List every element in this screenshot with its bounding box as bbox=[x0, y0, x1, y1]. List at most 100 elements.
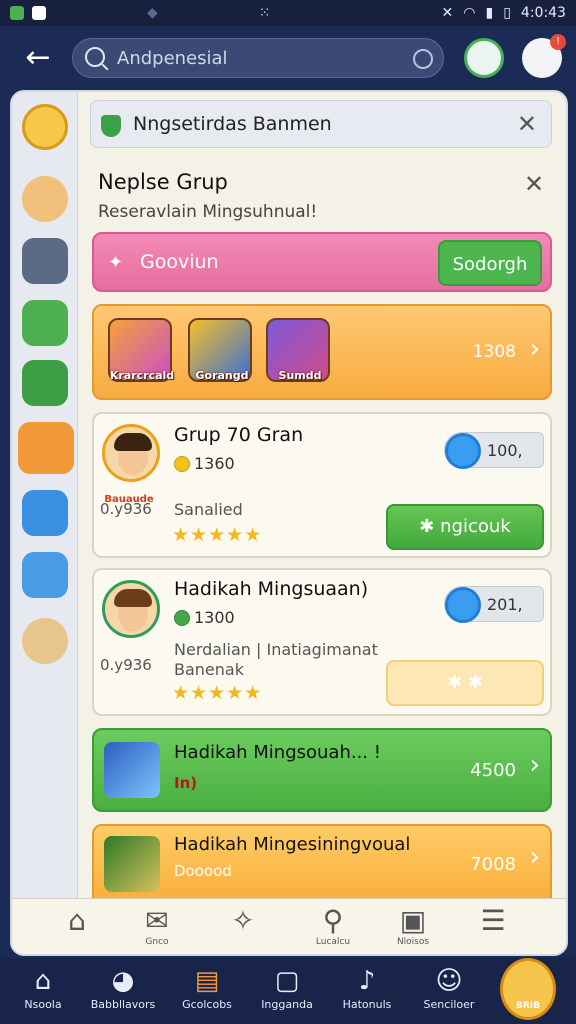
game-tile-2[interactable]: Gorangd bbox=[188, 318, 252, 382]
card-title: Hadikah Mingsuaan) bbox=[174, 578, 369, 600]
tab-list[interactable]: ☰ bbox=[468, 904, 518, 954]
house-icon: ⌂ bbox=[34, 966, 52, 996]
nav-item-chest[interactable]: ▤ Gcolcobs bbox=[172, 964, 242, 1022]
tab-image[interactable]: ▣ Nloisos bbox=[388, 905, 438, 954]
nav-avatar[interactable]: BRIB bbox=[500, 958, 556, 1020]
nav-label: Ingganda bbox=[261, 998, 313, 1011]
search-text: Andpenesial bbox=[117, 48, 228, 69]
notification-bar: Nngsetirdas Banmen ✕ bbox=[90, 100, 552, 148]
pending-button[interactable]: ✱ ✱ bbox=[386, 660, 544, 706]
nav-item-profile[interactable]: ☺ Senciloer bbox=[414, 964, 484, 1022]
sidebar-player-icon[interactable] bbox=[22, 618, 68, 664]
promo-title: Hadikah Mingsouah... ! bbox=[174, 742, 381, 763]
chat-icon: ✉ bbox=[145, 904, 169, 937]
nav-item-bell[interactable]: ♪ Hatonuls bbox=[332, 964, 402, 1022]
wifi-icon: ◠ bbox=[463, 5, 476, 21]
member-icon bbox=[445, 587, 481, 623]
nav-label: Gcolcobs bbox=[182, 998, 232, 1011]
member-count: 100, bbox=[487, 441, 523, 460]
tab-label: Nloisos bbox=[396, 937, 430, 947]
coin-icon bbox=[174, 610, 190, 626]
nav-item-square[interactable]: ▢ Ingganda bbox=[252, 964, 322, 1022]
chest-icon: ▤ bbox=[194, 966, 220, 996]
card-detail: Nerdalian | Inatiagimanat bbox=[174, 640, 378, 659]
card-coins: 1360 bbox=[194, 454, 235, 473]
promo-avatar-icon bbox=[104, 742, 160, 798]
sidebar-camera-icon[interactable] bbox=[22, 238, 68, 284]
tab-chat[interactable]: ✉ Gnco bbox=[132, 904, 182, 954]
chevron-right-icon[interactable]: › bbox=[530, 842, 540, 872]
back-arrow-icon[interactable]: ← bbox=[18, 40, 58, 76]
profile-icon: ☺ bbox=[435, 966, 463, 996]
member-icon bbox=[445, 433, 481, 469]
home-icon: ⌂ bbox=[68, 904, 86, 937]
promo-sub: In) bbox=[174, 774, 198, 792]
clear-icon[interactable] bbox=[413, 49, 433, 69]
promo-banner-orange[interactable]: Hadikah Mingesiningvoual Dooood 7008 › bbox=[92, 824, 552, 904]
close-notification-icon[interactable]: ✕ bbox=[517, 112, 537, 136]
promo-banner-green[interactable]: Hadikah Mingsouah... ! In) 4500 › bbox=[92, 728, 552, 812]
left-sidebar bbox=[12, 92, 78, 954]
main-panel: Nngsetirdas Banmen ✕ Neplse Grup Reserav… bbox=[10, 90, 568, 956]
sidebar-hammer-icon[interactable] bbox=[22, 552, 68, 598]
nav-label: Hatonuls bbox=[342, 998, 392, 1011]
member-count-pill[interactable]: 201, bbox=[444, 586, 544, 623]
battery-icon: ▯ bbox=[503, 5, 511, 21]
member-count-pill[interactable]: 100, bbox=[444, 432, 544, 469]
puzzle-icon: ✧ bbox=[231, 904, 255, 937]
sidebar-gift-icon[interactable] bbox=[22, 490, 68, 536]
search-icon bbox=[85, 47, 105, 67]
card-coins: 1300 bbox=[194, 608, 235, 627]
sidebar-friend-icon[interactable] bbox=[22, 176, 68, 222]
group-card[interactable]: Hadikah Mingsuaan) 1300 0.y936 Nerdalian… bbox=[92, 568, 552, 716]
card-side-label: 0.y936 bbox=[100, 500, 152, 518]
game-tile-3[interactable]: Sumdd bbox=[266, 318, 330, 382]
tab-label: Gnco bbox=[145, 937, 169, 947]
game-tile-1[interactable]: Krarcrcald bbox=[108, 318, 174, 382]
square-icon: ▢ bbox=[274, 966, 300, 996]
close-panel-icon[interactable]: ✕ bbox=[524, 172, 544, 196]
game-label-1: Krarcrcald bbox=[109, 369, 175, 382]
diamond-icon: ◆ bbox=[147, 5, 158, 21]
profile-avatar[interactable]: ! bbox=[522, 34, 566, 78]
nav-label: Nsoola bbox=[24, 998, 62, 1011]
card-side-label: 0.y936 bbox=[100, 656, 152, 674]
promo-cake-icon bbox=[104, 836, 160, 892]
tab-search[interactable]: ⚲ Lucalcu bbox=[308, 904, 358, 954]
featured-games-row[interactable]: Krarcrcald Gorangd Sumdd 1308 › bbox=[92, 304, 552, 400]
chevron-right-icon[interactable]: › bbox=[530, 750, 540, 780]
list-icon: ☰ bbox=[480, 904, 506, 937]
search-person-icon: ⚲ bbox=[322, 904, 344, 937]
card-detail: Sanalied bbox=[174, 500, 243, 519]
sidebar-tag-icon[interactable] bbox=[22, 300, 68, 346]
sync-avatar-icon[interactable] bbox=[464, 38, 504, 78]
star-rating: ★★★★★ bbox=[172, 682, 263, 704]
chevron-right-icon[interactable]: › bbox=[530, 334, 540, 364]
notification-badge: ! bbox=[550, 34, 566, 50]
sidebar-edit-icon[interactable] bbox=[22, 360, 68, 406]
drop-icon: ◕ bbox=[111, 966, 135, 996]
group-card[interactable]: Bauaude Grup 70 Gran 1360 0.y936 Sanalie… bbox=[92, 412, 552, 558]
nav-item-home[interactable]: ⌂ Nsoola bbox=[8, 964, 78, 1022]
notification-text: Nngsetirdas Banmen bbox=[133, 113, 332, 135]
search-input[interactable]: Andpenesial bbox=[72, 38, 444, 78]
tab-home[interactable]: ⌂ bbox=[52, 904, 102, 954]
page-subtitle: Reseravlain Mingsuhnual! bbox=[98, 202, 318, 222]
sidebar-chest-icon[interactable] bbox=[18, 422, 74, 474]
vibrate-icon: ⁙ bbox=[258, 5, 271, 21]
promo-sub: Dooood bbox=[174, 862, 232, 880]
mute-icon: ✕ bbox=[441, 5, 454, 21]
nav-item-drops[interactable]: ◕ Babbllavors bbox=[88, 964, 158, 1022]
game-label-3: Sumdd bbox=[278, 369, 322, 382]
join-button[interactable]: ✱ ngicouk bbox=[386, 504, 544, 550]
sidebar-avatar[interactable] bbox=[22, 104, 68, 150]
avatar bbox=[102, 580, 160, 638]
clock: 4:0:43 bbox=[520, 5, 566, 21]
tab-puzzle[interactable]: ✧ bbox=[218, 904, 268, 954]
search-button[interactable]: Sodorgh bbox=[438, 240, 542, 286]
card-detail-2: Banenak bbox=[174, 660, 244, 679]
game-label-2: Gorangd bbox=[195, 369, 249, 382]
sparkle-icon: ✦ bbox=[108, 252, 124, 273]
group-search-row[interactable]: ✦ Gooviun Sodorgh bbox=[92, 232, 552, 292]
nav-label: Senciloer bbox=[423, 998, 475, 1011]
